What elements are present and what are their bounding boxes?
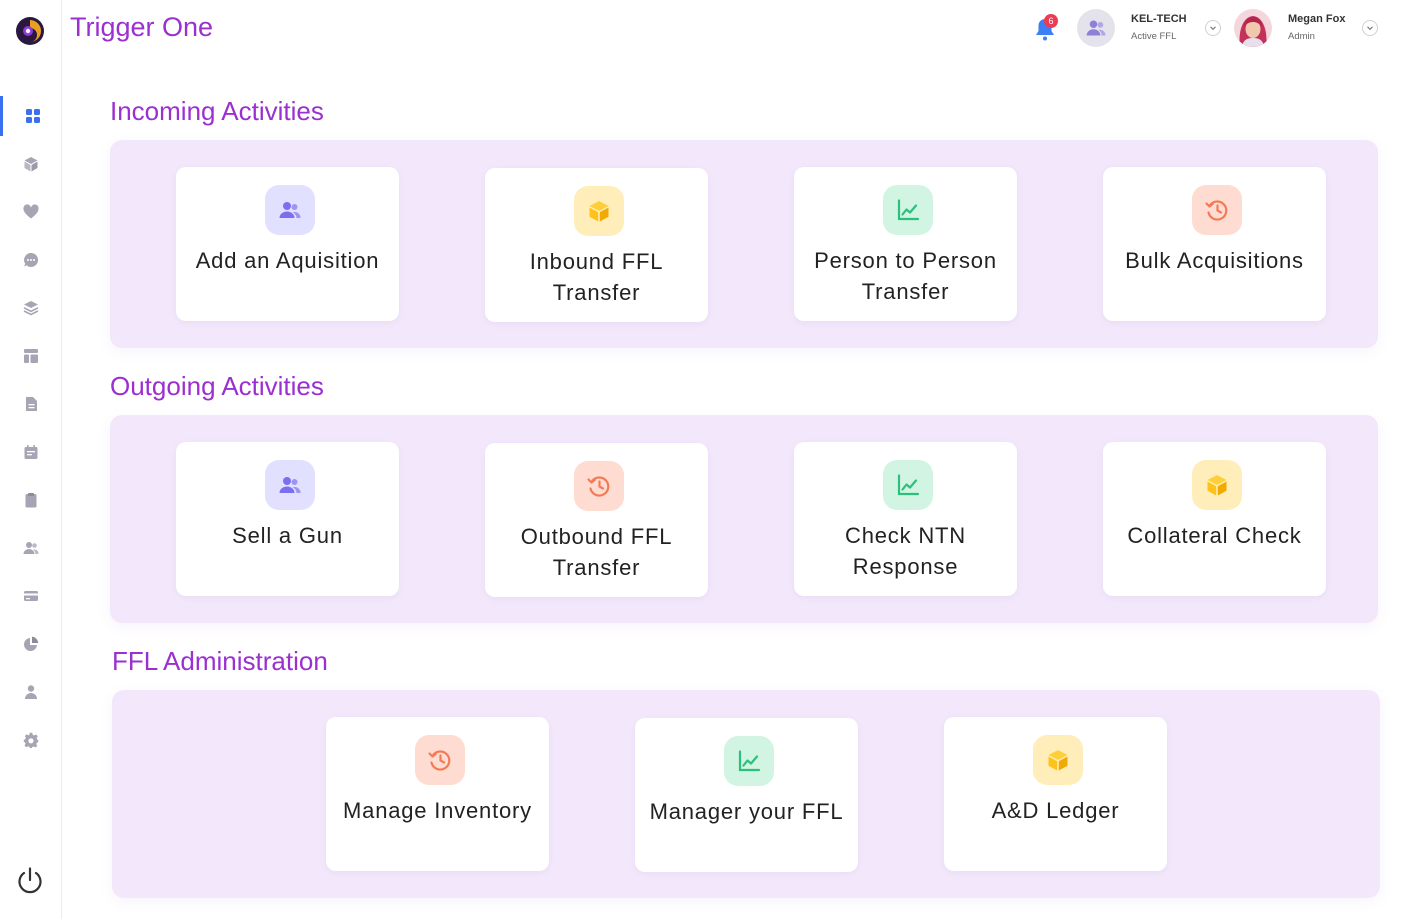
- pie-chart-icon: [24, 636, 39, 651]
- card-label: Add an Aquisition: [195, 248, 380, 273]
- chat-icon: [24, 252, 39, 267]
- card-add-acquisition[interactable]: Add an Aquisition: [176, 167, 399, 321]
- history-icon: [1192, 185, 1242, 235]
- card-label: Check NTN Response: [845, 523, 966, 579]
- app-logo-icon[interactable]: [15, 16, 45, 46]
- app-title: Trigger One: [70, 12, 214, 42]
- users-icon: [23, 542, 39, 554]
- power-icon[interactable]: [16, 866, 44, 896]
- chart-icon: [724, 736, 774, 786]
- cube-icon: [1192, 460, 1242, 510]
- card-label: Person to Person Transfer: [814, 248, 997, 304]
- nav-dashboard[interactable]: [0, 96, 62, 136]
- admin-panel: Manage Inventory Manager your FFL A&D Le…: [112, 690, 1380, 898]
- gear-icon: [23, 732, 39, 748]
- nav-layout[interactable]: [0, 336, 62, 376]
- nav-calendar[interactable]: [0, 432, 62, 472]
- card-label: Sell a Gun: [232, 523, 343, 548]
- cube-icon: [574, 186, 624, 236]
- card-bulk-acquisitions[interactable]: Bulk Acquisitions: [1103, 167, 1326, 321]
- outgoing-panel: Sell a Gun Outbound FFL Transfer Check N…: [110, 415, 1378, 623]
- layout-icon: [24, 349, 38, 363]
- users-icon: [265, 185, 315, 235]
- history-icon: [415, 735, 465, 785]
- card-label: Outbound FFL Transfer: [520, 524, 673, 580]
- org-dropdown[interactable]: [1205, 20, 1221, 36]
- users-icon: [265, 460, 315, 510]
- card-label: Manage Inventory: [343, 798, 532, 823]
- sidebar: [0, 0, 62, 919]
- document-icon: [26, 397, 37, 411]
- card-outbound-ffl-transfer[interactable]: Outbound FFL Transfer: [485, 443, 708, 597]
- card-sell-a-gun[interactable]: Sell a Gun: [176, 442, 399, 596]
- nav-reports[interactable]: [0, 624, 62, 664]
- org-avatar[interactable]: [1077, 9, 1115, 47]
- avatar[interactable]: [1234, 9, 1272, 47]
- user-icon: [25, 685, 37, 699]
- chevron-down-icon: [1210, 26, 1216, 31]
- user-dropdown[interactable]: [1362, 20, 1378, 36]
- card-label: Manager your FFL: [649, 799, 844, 824]
- card-ad-ledger[interactable]: A&D Ledger: [944, 717, 1167, 871]
- card-label: Collateral Check: [1127, 523, 1302, 548]
- card-label: A&D Ledger: [991, 798, 1120, 823]
- chevron-down-icon: [1367, 26, 1373, 31]
- card-person-to-person-transfer[interactable]: Person to Person Transfer: [794, 167, 1017, 321]
- nav-billing[interactable]: [0, 576, 62, 616]
- card-manage-your-ffl[interactable]: Manager your FFL: [635, 718, 858, 872]
- org-status: Active FFL: [1131, 31, 1177, 42]
- chart-icon: [883, 185, 933, 235]
- history-icon: [574, 461, 624, 511]
- section-title-incoming: Incoming Activities: [110, 96, 324, 126]
- nav-messages[interactable]: [0, 240, 62, 280]
- card-label: Inbound FFL Transfer: [529, 249, 664, 305]
- nav-clipboard[interactable]: [0, 480, 62, 520]
- nav-favorites[interactable]: [0, 192, 62, 232]
- credit-card-icon: [24, 591, 38, 601]
- calendar-icon: [24, 445, 38, 459]
- clipboard-icon: [25, 493, 37, 508]
- user-name: Megan Fox: [1288, 13, 1346, 25]
- grid-icon: [25, 109, 40, 123]
- heart-icon: [23, 204, 39, 219]
- nav-settings[interactable]: [0, 720, 62, 760]
- users-icon: [1086, 20, 1106, 36]
- cube-icon: [24, 157, 38, 172]
- incoming-panel: Add an Aquisition Inbound FFL Transfer P…: [110, 140, 1378, 348]
- top-header: Trigger One 6 KEL-TECH Active FFL Megan …: [62, 0, 1424, 58]
- card-collateral-check[interactable]: Collateral Check: [1103, 442, 1326, 596]
- cube-icon: [1033, 735, 1083, 785]
- chart-icon: [883, 460, 933, 510]
- notification-badge: 6: [1044, 14, 1058, 28]
- layers-icon: [23, 301, 39, 316]
- user-role: Admin: [1288, 31, 1315, 42]
- section-title-admin: FFL Administration: [112, 646, 328, 676]
- card-manage-inventory[interactable]: Manage Inventory: [326, 717, 549, 871]
- card-check-ntn-response[interactable]: Check NTN Response: [794, 442, 1017, 596]
- user-photo-icon: [1234, 9, 1272, 47]
- nav-users[interactable]: [0, 528, 62, 568]
- card-label: Bulk Acquisitions: [1125, 248, 1304, 273]
- nav-documents[interactable]: [0, 384, 62, 424]
- section-title-outgoing: Outgoing Activities: [110, 371, 324, 401]
- nav-profile[interactable]: [0, 672, 62, 712]
- nav-layers[interactable]: [0, 288, 62, 328]
- nav-packages[interactable]: [0, 144, 62, 184]
- org-name: KEL-TECH: [1131, 13, 1187, 25]
- card-inbound-ffl-transfer[interactable]: Inbound FFL Transfer: [485, 168, 708, 322]
